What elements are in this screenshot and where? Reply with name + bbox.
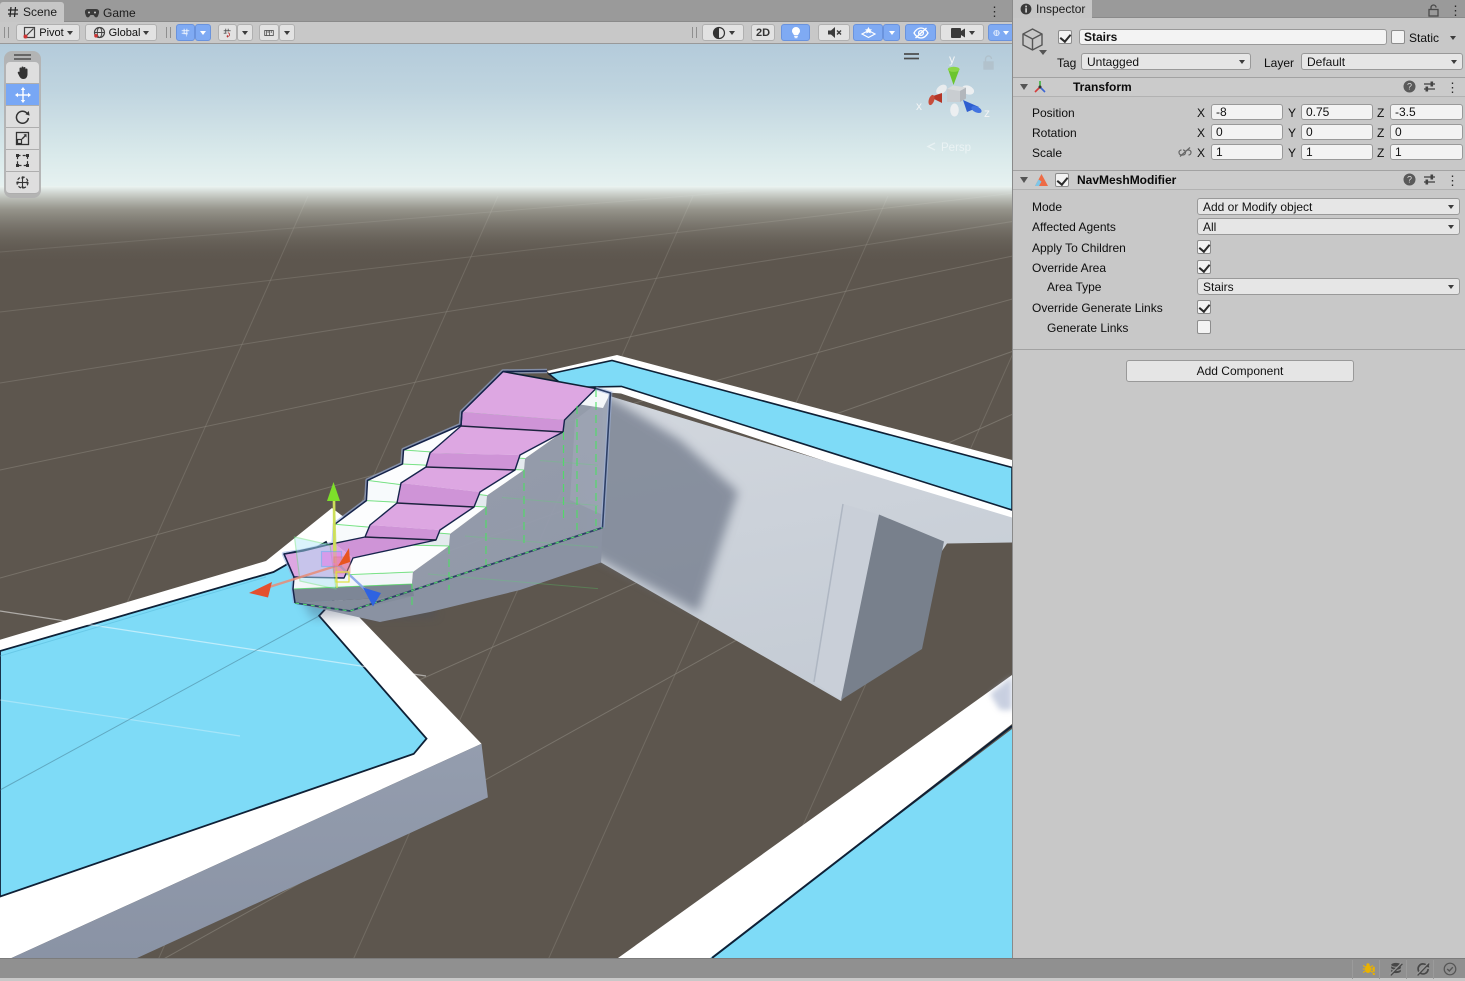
svg-text:?: ? xyxy=(1407,175,1412,185)
svg-text:Y: Y xyxy=(185,33,188,38)
svg-text:x: x xyxy=(916,99,922,113)
svg-text:y: y xyxy=(949,52,955,66)
svg-text:?: ? xyxy=(1407,82,1412,92)
svg-text:z: z xyxy=(984,106,990,120)
svg-text:Persp: Persp xyxy=(941,142,971,154)
